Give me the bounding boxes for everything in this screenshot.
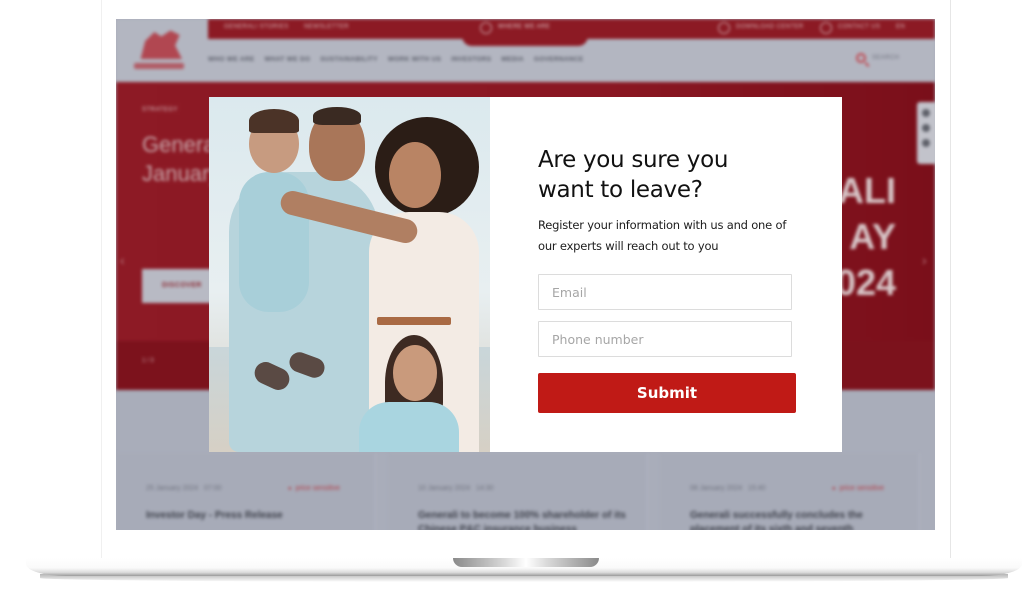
email-field[interactable] xyxy=(538,274,792,310)
site-header: GENERALI STORIES NEWSLETTER WHERE WE ARE… xyxy=(116,19,935,82)
hero-category: STRATEGY xyxy=(142,107,178,113)
submit-button[interactable]: Submit xyxy=(538,373,796,413)
price-sensitive-tag: price sensitive xyxy=(832,485,884,492)
photo-figure xyxy=(249,109,299,133)
photo-figure xyxy=(393,345,437,401)
lead-form: Are you sure you want to leave? Register… xyxy=(490,97,842,452)
news-date: 25 January 2024 07:00 xyxy=(146,485,222,492)
nav-work-with-us[interactable]: WORK WITH US xyxy=(388,56,441,63)
news-card[interactable]: 25 January 2024 07:00 price sensitive In… xyxy=(116,453,376,530)
photo-figure xyxy=(359,402,459,452)
lion-logo-icon xyxy=(140,30,182,59)
utility-bar: GENERALI STORIES NEWSLETTER WHERE WE ARE… xyxy=(208,19,935,46)
news-title[interactable]: Generali to become 100% shareholder of i… xyxy=(418,509,638,530)
where-we-are-label[interactable]: WHERE WE ARE xyxy=(498,24,550,30)
globe-icon xyxy=(480,22,492,34)
twitter-icon[interactable] xyxy=(922,109,930,117)
carousel-pager[interactable]: 1 / 3 xyxy=(142,358,154,364)
modal-subtitle: Register your information with us and on… xyxy=(538,218,787,253)
search-label: SEARCH xyxy=(872,55,900,61)
news-card[interactable]: 08 January 2024 15:40 price sensitive Ge… xyxy=(660,453,920,530)
photo-figure xyxy=(377,317,451,325)
download-icon xyxy=(718,22,730,34)
news-date: 08 January 2024 15:40 xyxy=(690,485,766,492)
news-title[interactable]: Generali successfully concludes the plac… xyxy=(690,509,910,530)
laptop-notch xyxy=(453,558,599,567)
exit-intent-modal: Are you sure you want to leave? Register… xyxy=(209,97,842,452)
utility-link-stories[interactable]: GENERALI STORIES xyxy=(224,24,289,30)
news-card[interactable]: 10 January 2024 14:30 Generali to become… xyxy=(388,453,648,530)
nav-what-we-do[interactable]: WHAT WE DO xyxy=(264,56,310,63)
search-icon xyxy=(856,53,866,63)
price-sensitive-tag: price sensitive xyxy=(288,485,340,492)
generali-logo[interactable] xyxy=(130,27,188,75)
news-title[interactable]: Investor Day - Press Release xyxy=(146,509,366,523)
phone-field[interactable] xyxy=(538,321,792,357)
contact-icon xyxy=(820,22,832,34)
nav-who-we-are[interactable]: WHO WE ARE xyxy=(208,56,254,63)
utility-link-contact[interactable]: CONTACT US xyxy=(838,24,880,30)
main-nav: WHO WE ARE WHAT WE DO SUSTAINABILITY WOR… xyxy=(208,56,583,63)
carousel-next-arrow[interactable]: › xyxy=(922,252,927,268)
news-date: 10 January 2024 14:30 xyxy=(418,485,494,492)
language-switch[interactable]: EN xyxy=(896,24,905,30)
laptop-screen: GENERALI STORIES NEWSLETTER WHERE WE ARE… xyxy=(116,19,935,530)
news-list: 25 January 2024 07:00 price sensitive In… xyxy=(116,453,935,530)
utility-link-download[interactable]: DOWNLOAD CENTER xyxy=(736,24,804,30)
family-photo xyxy=(209,97,490,452)
nav-governance[interactable]: GOVERNANCE xyxy=(534,56,584,63)
photo-figure xyxy=(389,142,441,208)
carousel-prev-arrow[interactable]: ‹ xyxy=(120,252,125,268)
nav-investors[interactable]: INVESTORS xyxy=(451,56,491,63)
utility-link-newsletter[interactable]: NEWSLETTER xyxy=(304,24,349,30)
photo-figure xyxy=(313,107,361,125)
nav-media[interactable]: MEDIA xyxy=(501,56,523,63)
social-share-bar xyxy=(917,102,935,164)
nav-sustainability[interactable]: SUSTAINABILITY xyxy=(320,56,378,63)
instagram-icon[interactable] xyxy=(922,139,930,147)
modal-title: Are you sure you want to leave? xyxy=(538,147,729,203)
linkedin-icon[interactable] xyxy=(922,124,930,132)
search-button[interactable]: SEARCH xyxy=(856,53,899,63)
logo-wordmark xyxy=(134,63,184,69)
